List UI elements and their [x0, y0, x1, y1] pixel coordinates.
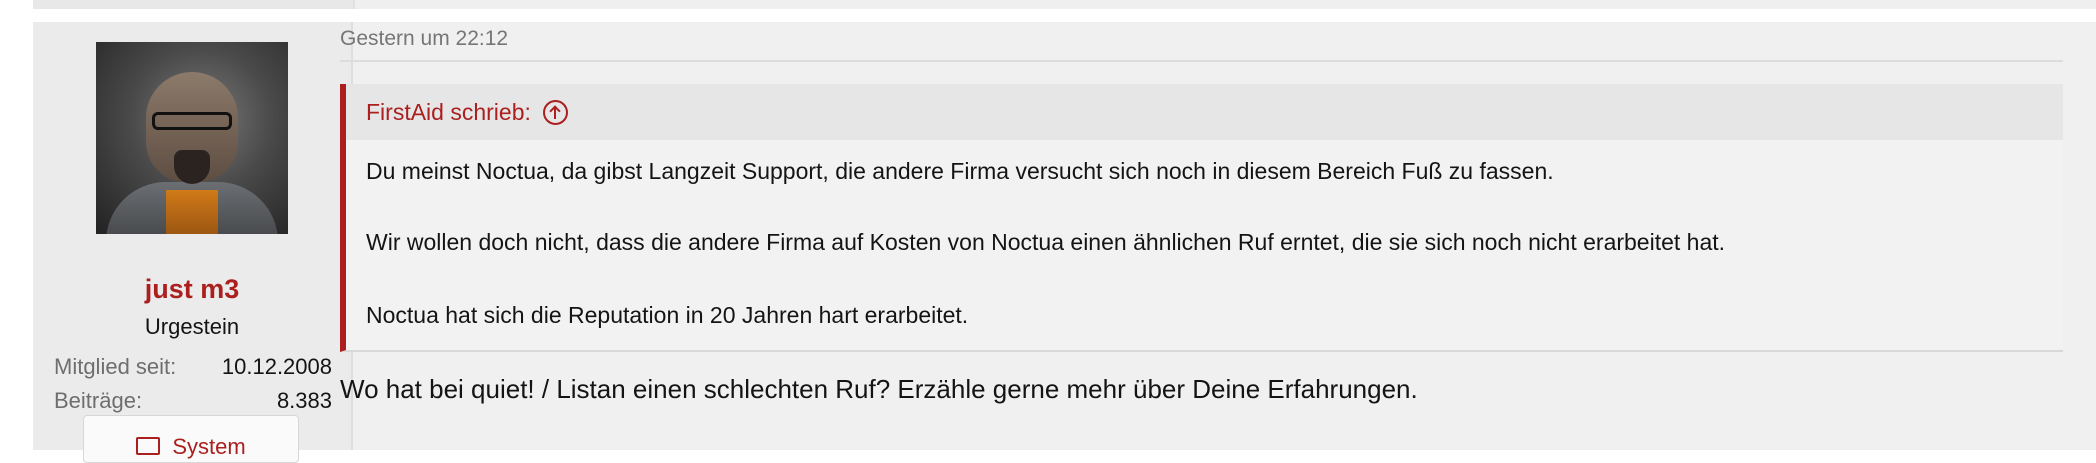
posts-count-label: Beiträge: — [54, 388, 143, 413]
previous-post-bottom — [33, 0, 2096, 9]
member-since-label: Mitglied seit: — [54, 354, 177, 379]
posts-count-row: Beiträge: 8.383 — [54, 388, 332, 414]
post-body-text: Wo hat bei quiet! / Listan einen schlech… — [340, 374, 1418, 404]
monitor-icon — [136, 437, 161, 455]
avatar-glasses — [152, 112, 232, 130]
member-since-value: 10.12.2008 — [221, 354, 332, 379]
username-link[interactable]: just m3 — [33, 274, 351, 305]
system-button[interactable]: System — [83, 415, 299, 463]
quote-block: FirstAid schrieb: Du meinst Noctua, da g… — [340, 84, 2063, 352]
quote-author-link[interactable]: FirstAid schrieb: — [366, 99, 531, 126]
quote-line: Noctua hat sich die Reputation in 20 Jah… — [366, 302, 969, 328]
post-user-sidebar: just m3 Urgestein Mitglied seit: 10.12.2… — [33, 22, 353, 463]
arrow-up-circle-icon[interactable] — [542, 99, 568, 125]
date-divider — [340, 60, 2063, 62]
quote-line: Du meinst Noctua, da gibst Langzeit Supp… — [366, 158, 1554, 184]
avatar-suit-accent — [166, 190, 218, 234]
user-avatar[interactable] — [96, 42, 288, 234]
post-date-link[interactable]: Gestern um 22:12 — [340, 27, 508, 51]
previous-post-user-column — [33, 0, 355, 9]
quote-line: Wir wollen doch nicht, dass die andere F… — [366, 229, 1726, 255]
member-since-row: Mitglied seit: 10.12.2008 — [54, 354, 332, 380]
user-rank-title: Urgestein — [144, 314, 240, 339]
posts-count-value: 8.383 — [276, 388, 332, 413]
quote-header: FirstAid schrieb: — [346, 84, 2063, 140]
system-button-label: System — [172, 434, 246, 459]
